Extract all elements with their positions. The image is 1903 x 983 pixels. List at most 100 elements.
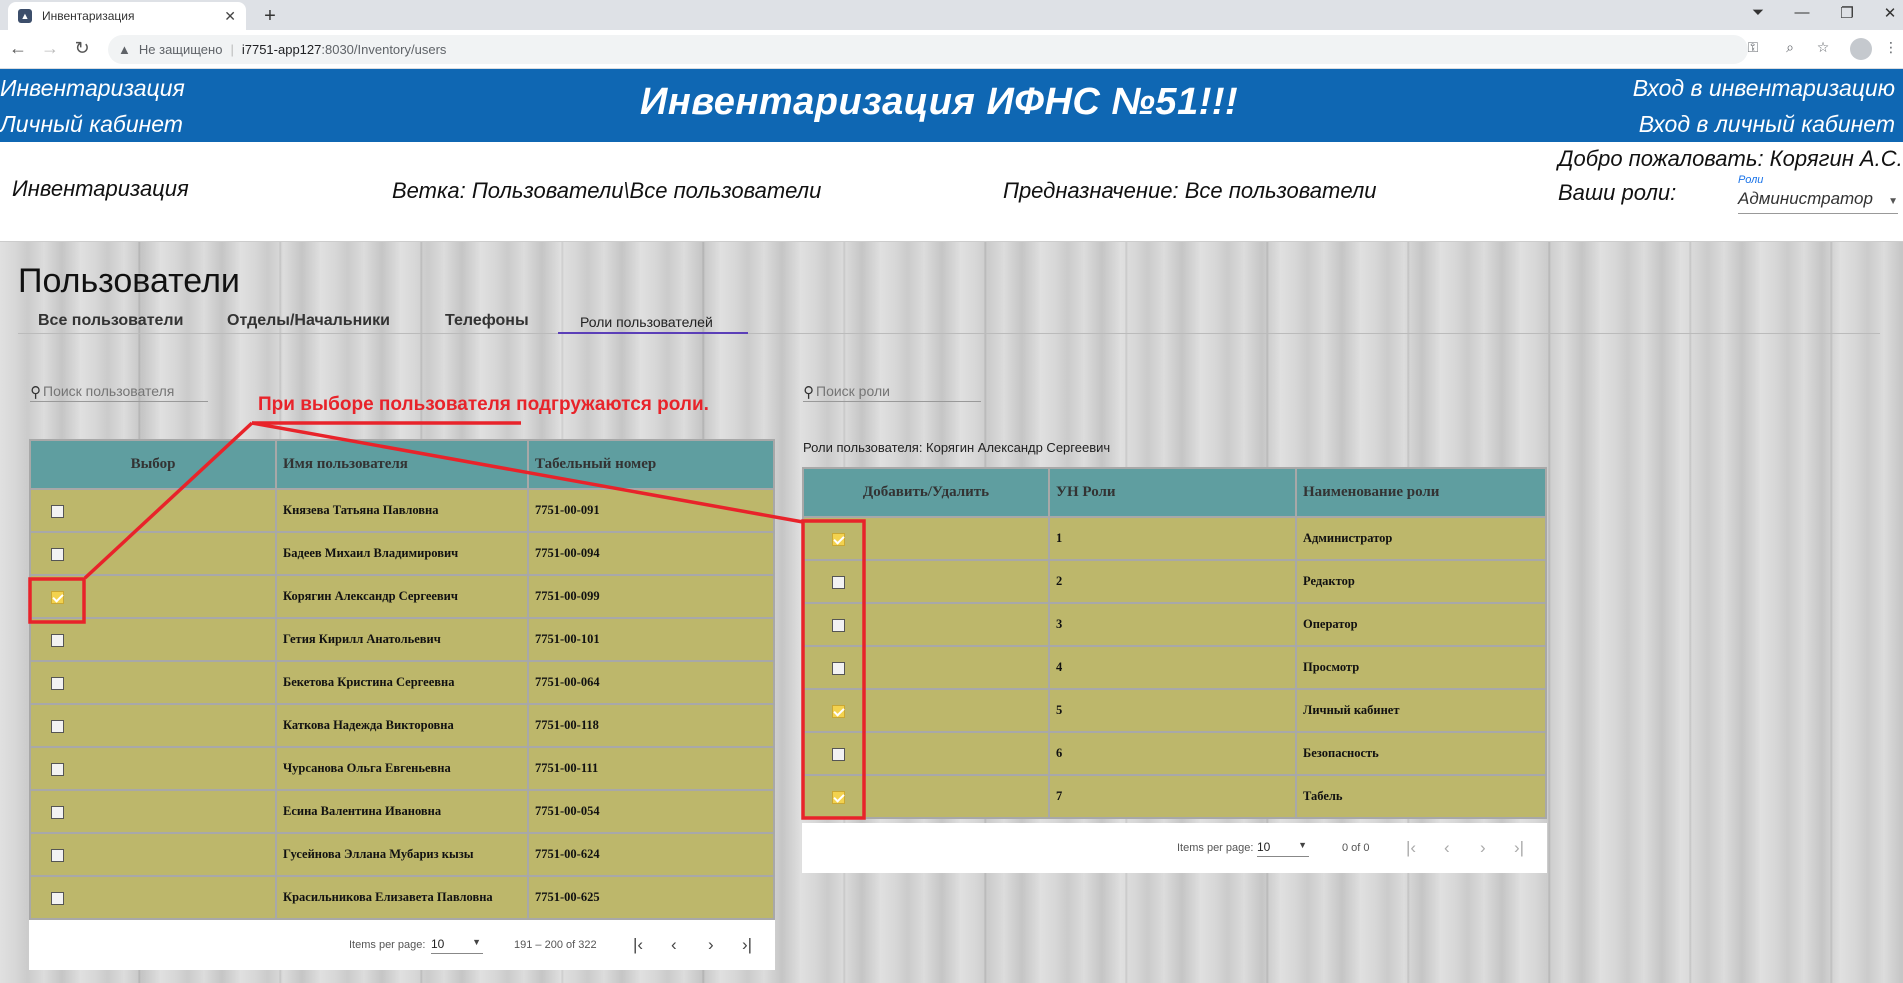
items-per-page-select[interactable]: 10 ▼ — [431, 937, 483, 954]
role-id-cell: 6 — [1050, 733, 1295, 774]
row-checkbox[interactable] — [51, 719, 64, 733]
column-header-role-name[interactable]: Наименование роли — [1297, 469, 1545, 516]
role-name-cell: Просмотр — [1297, 647, 1545, 688]
warning-icon: ▲ — [118, 42, 131, 57]
dropdown-arrow-icon: ▼ — [472, 936, 481, 947]
app-title: Инвентаризация ИФНС №51!!! — [640, 81, 1239, 123]
last-page-icon[interactable]: ›| — [1514, 838, 1524, 858]
table-row[interactable]: Князева Татьяна Павловна 7751-00-091 — [31, 490, 773, 531]
address-bar[interactable]: ▲ Не защищено | i7751-app127:8030/Invent… — [108, 35, 1748, 64]
table-row[interactable]: 6 Безопасность — [804, 733, 1545, 774]
menu-dots-icon[interactable]: ⋮ — [1880, 39, 1902, 56]
search-icon: ⚲ — [30, 384, 41, 401]
select-cell — [31, 490, 275, 531]
page-range: 0 of 0 — [1342, 842, 1370, 854]
select-cell — [31, 705, 275, 746]
select-cell — [31, 576, 275, 617]
key-icon[interactable]: ⚿ — [1742, 39, 1764, 56]
role-search-input[interactable] — [816, 383, 966, 401]
table-row[interactable]: 2 Редактор — [804, 561, 1545, 602]
login-cabinet-link[interactable]: Вход в личный кабинет — [1639, 111, 1895, 138]
role-checkbox[interactable] — [832, 790, 845, 804]
profile-avatar-icon[interactable] — [1850, 38, 1872, 60]
reload-icon[interactable]: ↻ — [70, 38, 94, 59]
tab-user-roles[interactable]: Роли пользователей — [580, 314, 713, 330]
table-row[interactable]: Гусейнова Эллана Мубариз кызы 7751-00-624 — [31, 834, 773, 875]
tab-search-icon[interactable]: ⏷ — [1746, 4, 1770, 21]
table-row[interactable]: Гетия Кирилл Анатольевич 7751-00-101 — [31, 619, 773, 660]
column-header-username[interactable]: Имя пользователя — [277, 441, 527, 488]
user-roles-label: Роли пользователя: Корягин Александр Сер… — [803, 440, 1111, 455]
column-header-number[interactable]: Табельный номер — [529, 441, 773, 488]
row-checkbox[interactable] — [51, 547, 64, 561]
column-header-role-id[interactable]: УН Роли — [1050, 469, 1295, 516]
tab-bar: Все пользователи Отделы/Начальники Телеф… — [18, 304, 1880, 334]
roles-table-header: Добавить/Удалить УН Роли Наименование ро… — [804, 469, 1545, 516]
restore-icon[interactable]: ❐ — [1835, 4, 1859, 22]
tab-departments[interactable]: Отделы/Начальники — [227, 312, 390, 330]
last-page-icon[interactable]: ›| — [742, 935, 752, 955]
role-checkbox[interactable] — [832, 532, 845, 546]
close-tab-icon[interactable]: ✕ — [224, 8, 236, 25]
next-page-icon[interactable]: › — [708, 935, 714, 955]
tab-all-users[interactable]: Все пользователи — [38, 312, 183, 330]
username-cell: Бадеев Михаил Владимирович — [277, 533, 527, 574]
role-search[interactable]: ⚲ — [803, 378, 981, 402]
role-checkbox[interactable] — [832, 618, 845, 632]
table-row[interactable]: Бекетова Кристина Сергеевна 7751-00-064 — [31, 662, 773, 703]
bookmark-star-icon[interactable]: ☆ — [1812, 39, 1834, 56]
nav-link-inventory[interactable]: Инвентаризация — [0, 75, 185, 102]
row-checkbox[interactable] — [51, 848, 64, 862]
main-content: Пользователи Все пользователи Отделы/Нач… — [0, 242, 1903, 983]
close-window-icon[interactable]: ✕ — [1878, 4, 1902, 22]
first-page-icon[interactable]: |‹ — [633, 935, 643, 955]
new-tab-button[interactable]: + — [258, 4, 282, 28]
back-icon[interactable]: ← — [6, 38, 30, 59]
table-row[interactable]: Красильникова Елизавета Павловна 7751-00-… — [31, 877, 773, 918]
number-cell: 7751-00-064 — [529, 662, 773, 703]
user-search-input[interactable] — [43, 383, 193, 401]
role-checkbox[interactable] — [832, 704, 845, 718]
role-checkbox[interactable] — [832, 747, 845, 761]
row-checkbox[interactable] — [51, 762, 64, 776]
table-row[interactable]: 7 Табель — [804, 776, 1545, 817]
prev-page-icon[interactable]: ‹ — [1444, 838, 1450, 858]
table-row[interactable]: Корягин Александр Сергеевич 7751-00-099 — [31, 576, 773, 617]
user-search[interactable]: ⚲ — [30, 378, 208, 402]
row-checkbox[interactable] — [51, 676, 64, 690]
prev-page-icon[interactable]: ‹ — [671, 935, 677, 955]
row-checkbox[interactable] — [51, 590, 64, 604]
next-page-icon[interactable]: › — [1480, 838, 1486, 858]
zoom-icon[interactable]: ⌕ — [1779, 39, 1801, 56]
roles-select[interactable]: Роли Администратор ▼ — [1738, 174, 1898, 214]
first-page-icon[interactable]: |‹ — [1406, 838, 1416, 858]
role-checkbox[interactable] — [832, 661, 845, 675]
login-inventory-link[interactable]: Вход в инвентаризацию — [1633, 75, 1895, 102]
forward-icon[interactable]: → — [38, 38, 62, 59]
column-header-add-remove[interactable]: Добавить/Удалить — [804, 469, 1048, 516]
row-checkbox[interactable] — [51, 633, 64, 647]
items-per-page-label: Items per page: — [1177, 842, 1254, 854]
row-checkbox[interactable] — [51, 504, 64, 518]
items-per-page-select[interactable]: 10 ▼ — [1257, 840, 1309, 857]
number-cell: 7751-00-099 — [529, 576, 773, 617]
roles-select-value: Администратор — [1738, 189, 1898, 214]
browser-tab[interactable]: ▲ Инвентаризация ✕ — [8, 2, 246, 30]
table-row[interactable]: Есина Валентина Ивановна 7751-00-054 — [31, 791, 773, 832]
tab-phones[interactable]: Телефоны — [445, 312, 529, 330]
active-tab-indicator — [558, 332, 748, 334]
role-checkbox[interactable] — [832, 575, 845, 589]
table-row[interactable]: 5 Личный кабинет — [804, 690, 1545, 731]
column-header-select[interactable]: Выбор — [31, 441, 275, 488]
nav-link-cabinet[interactable]: Личный кабинет — [0, 111, 183, 138]
minimize-icon[interactable]: — — [1790, 4, 1814, 21]
table-row[interactable]: 4 Просмотр — [804, 647, 1545, 688]
row-checkbox[interactable] — [51, 805, 64, 819]
table-row[interactable]: 1 Администратор — [804, 518, 1545, 559]
table-row[interactable]: 3 Оператор — [804, 604, 1545, 645]
table-row[interactable]: Бадеев Михаил Владимирович 7751-00-094 — [31, 533, 773, 574]
table-row[interactable]: Каткова Надежда Викторовна 7751-00-118 — [31, 705, 773, 746]
table-row[interactable]: Чурсанова Ольга Евгеньевна 7751-00-111 — [31, 748, 773, 789]
info-bar: Инвентаризация Ветка: Пользователи\Все п… — [0, 142, 1903, 242]
row-checkbox[interactable] — [51, 891, 64, 905]
